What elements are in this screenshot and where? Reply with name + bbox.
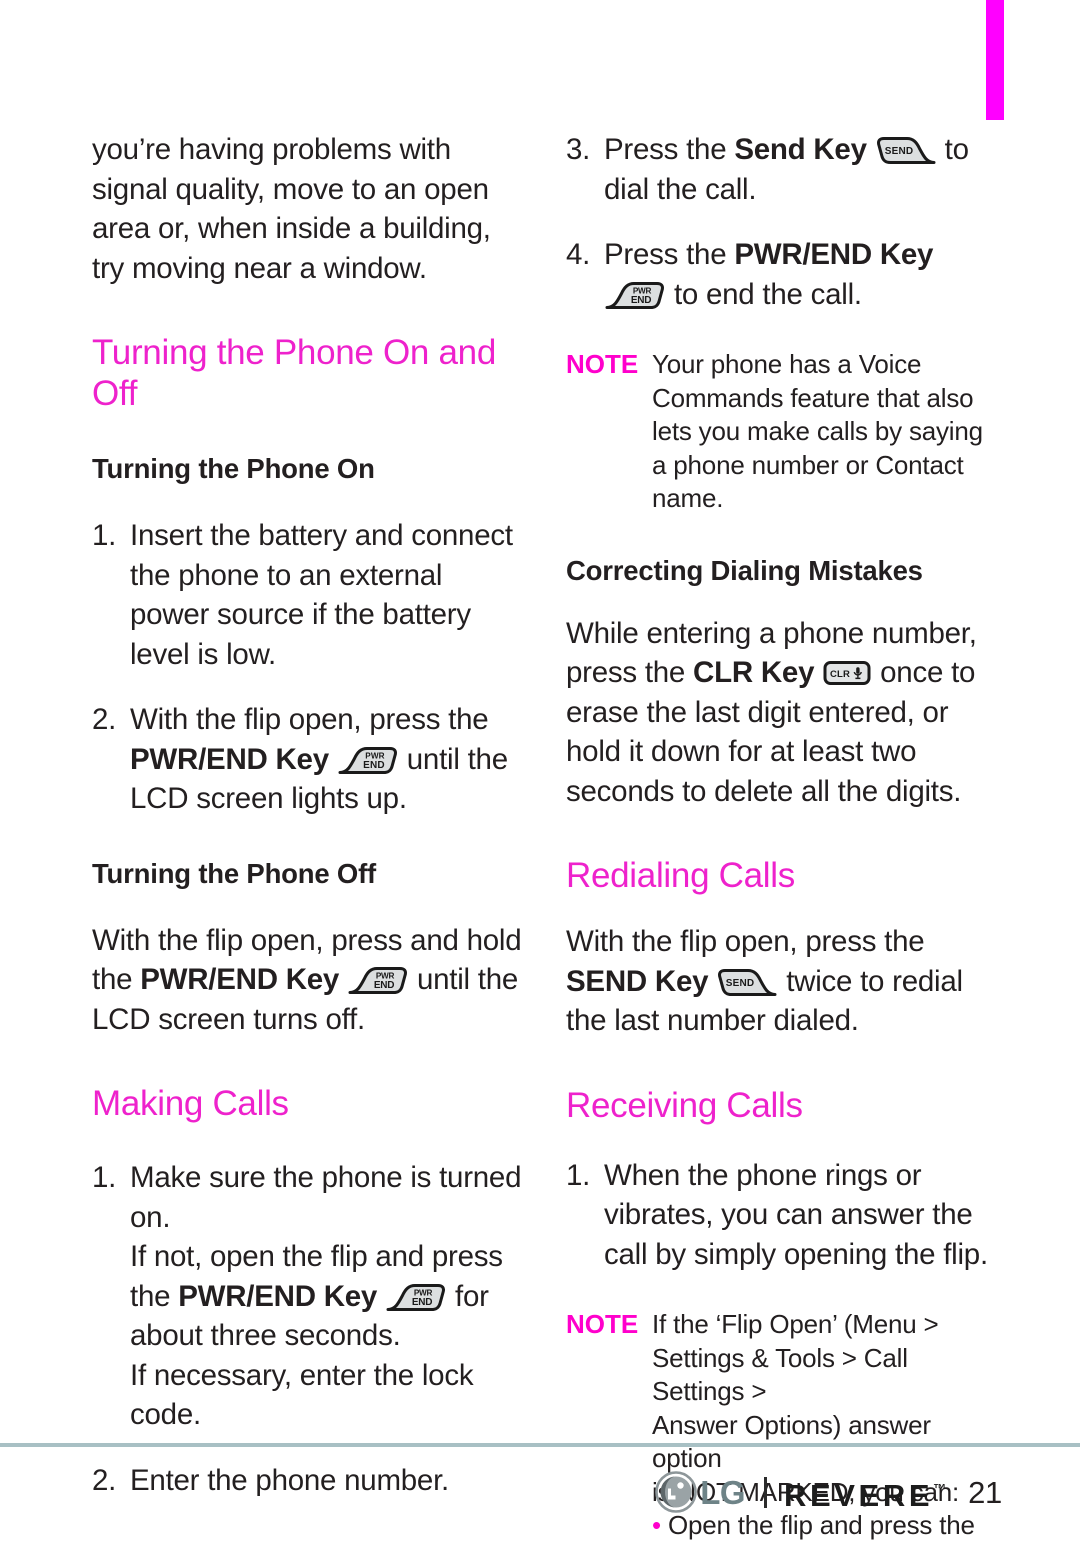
svg-text:END: END (374, 980, 394, 991)
list-text-part: With the flip open, press the (130, 703, 489, 736)
note-block-voice-commands: NOTE Your phone has a Voice Commands fea… (566, 348, 998, 516)
key-name-label: Send Key (734, 133, 867, 166)
list-number: 1. (566, 1158, 591, 1192)
note-line: Settings & Tools > Call Settings > (652, 1342, 908, 1407)
note-line: If the ‘Flip Open’ (Menu > (652, 1309, 939, 1339)
key-name-label: PWR/END Key (178, 1279, 378, 1313)
key-name-label: SEND (566, 964, 647, 998)
pwr-end-key-icon: PWR END (347, 963, 409, 997)
brand-divider (764, 1476, 768, 1508)
note-line: Answer Options) answer option (652, 1409, 931, 1474)
pwr-end-key-icon: PWR END (337, 743, 399, 777)
subheading-turning-the-phone-on: Turning the Phone On (92, 453, 375, 484)
list-text-part: Press the (604, 238, 735, 271)
key-name-label: PWR/END Key (130, 742, 329, 776)
brand-name-revere: REVERE™ (784, 1473, 946, 1511)
list-number: 1. (92, 1161, 117, 1194)
manual-page-content: you’re having problems with signal quali… (0, 0, 1080, 1540)
svg-text:SEND: SEND (726, 978, 755, 989)
list-text-part: Press the (604, 133, 735, 166)
svg-text:END: END (363, 760, 385, 771)
right-column: 3. Press the Send Key SEND to dial the c… (566, 130, 998, 1543)
list-number: 3. (566, 133, 591, 166)
left-column: you’re having problems with signal quali… (92, 130, 522, 1500)
brand-name-text: REVERE (784, 1478, 934, 1513)
list-text: Make sure the phone is turned on. If not,… (130, 1158, 522, 1435)
list-text: Press the Send Key SEND to dial the call… (604, 130, 998, 209)
svg-text:END: END (412, 1297, 432, 1308)
list-text: With the flip open, press the PWR/END Ke… (130, 700, 522, 819)
list-text: When the phone rings or vibrates, you ca… (604, 1158, 988, 1271)
svg-text:SEND: SEND (884, 146, 913, 157)
key-name-label-2: Key (654, 964, 709, 998)
correcting-dialing-paragraph: While entering a phone number, press the… (566, 614, 998, 812)
svg-text:END: END (631, 295, 651, 306)
pwr-end-key-icon: PWR END (385, 1280, 447, 1314)
footer-divider-rule (0, 1443, 1080, 1447)
list-item: 1. Make sure the phone is turned on. If n… (92, 1158, 522, 1435)
turning-off-paragraph: With the flip open, press and hold the P… (92, 921, 522, 1040)
heading-turning-the-phone-on-and-off: Turning the Phone On and Off (92, 333, 497, 413)
page-footer: LG REVERE™ 21 (0, 1466, 1080, 1526)
subheading-correcting-dialing-mistakes: Correcting Dialing Mistakes (566, 554, 923, 586)
page-number: 21 (968, 1474, 1002, 1510)
svg-text:CLR: CLR (830, 669, 850, 680)
intro-paragraph: you’re having problems with signal quali… (92, 133, 491, 285)
list-item: 4. Press the PWR/END Key PWR END to end … (566, 235, 998, 314)
list-text-line: If necessary, enter the lock code. (130, 1358, 474, 1432)
send-key-icon: SEND (716, 965, 778, 999)
list-text-part: to end the call. (666, 277, 862, 311)
list-text-line: Make sure the phone is turned on. (130, 1161, 522, 1234)
note-text: Your phone has a Voice Commands feature … (652, 349, 983, 513)
list-number: 4. (566, 238, 591, 271)
list-item: 1. Insert the battery and connect the ph… (92, 516, 522, 674)
heading-receiving-calls: Receiving Calls (566, 1085, 803, 1125)
pwr-end-key-icon: PWR END (604, 278, 666, 312)
key-name-label: PWR/END Key (734, 238, 934, 271)
lg-circle-logo-icon (655, 1471, 697, 1513)
send-key-icon: SEND (875, 133, 937, 167)
list-item: 2. With the flip open, press the PWR/END… (92, 700, 522, 819)
key-name-label: CLR Key (693, 656, 815, 689)
redialing-paragraph: With the flip open, press the SEND Key S… (566, 922, 998, 1041)
heading-redialing-calls: Redialing Calls (566, 856, 795, 895)
list-number: 2. (92, 703, 117, 736)
key-name-label: PWR/END Key (140, 963, 340, 996)
paragraph-part: With the flip open, press the (566, 925, 925, 958)
list-text: Insert the battery and connect the phone… (130, 519, 513, 671)
clr-key-icon: CLR (822, 658, 872, 688)
list-item: 1. When the phone rings or vibrates, you… (566, 1156, 998, 1275)
note-label: NOTE (566, 1309, 639, 1339)
note-label: NOTE (566, 349, 639, 379)
list-item: 3. Press the Send Key SEND to dial the c… (566, 130, 998, 209)
heading-making-calls: Making Calls (92, 1084, 289, 1123)
list-text: Press the PWR/END Key PWR END to end the… (604, 235, 998, 314)
trademark-symbol: ™ (933, 1481, 947, 1496)
list-number: 1. (92, 519, 117, 552)
subheading-turning-the-phone-off: Turning the Phone Off (92, 857, 376, 889)
lg-wordmark: LG (700, 1473, 746, 1511)
